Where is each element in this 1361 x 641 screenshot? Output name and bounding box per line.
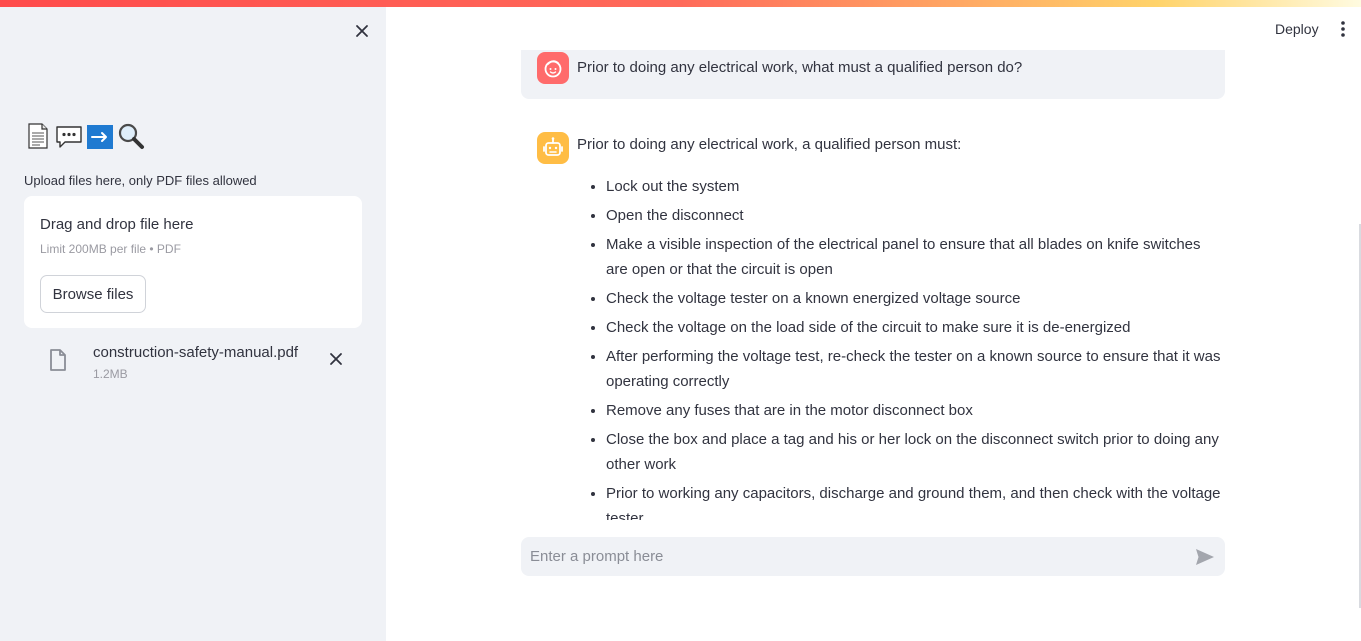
list-item: Make a visible inspection of the electri… [606, 232, 1225, 282]
list-item: After performing the voltage test, re-ch… [606, 344, 1225, 394]
deploy-button[interactable]: Deploy [1275, 21, 1319, 37]
dropzone-title: Drag and drop file here [40, 216, 194, 233]
title-emoji-row [24, 122, 145, 150]
list-item: Open the disconnect [606, 203, 1225, 228]
chat-messages: Prior to doing any electrical work, what… [521, 50, 1225, 520]
sidebar: Upload files here, only PDF files allowe… [0, 0, 386, 641]
chat-input-container [521, 537, 1225, 576]
list-item: Lock out the system [606, 174, 1225, 199]
browse-files-button[interactable]: Browse files [40, 275, 146, 313]
user-avatar-icon [537, 52, 569, 84]
page-facing-up-icon [24, 122, 52, 150]
file-size: 1.2MB [93, 367, 128, 381]
assistant-avatar-icon [537, 132, 569, 164]
file-dropzone[interactable]: Drag and drop file here Limit 200MB per … [24, 196, 362, 328]
list-item: Close the box and place a tag and his or… [606, 427, 1225, 477]
file-name: construction-safety-manual.pdf [93, 344, 299, 361]
uploaded-file-item: construction-safety-manual.pdf 1.2MB [24, 340, 362, 390]
top-decoration-stripe [0, 0, 1361, 7]
user-message: Prior to doing any electrical work, what… [521, 50, 1225, 99]
chat-prompt-input[interactable] [521, 537, 1181, 576]
assistant-message-list: Lock out the system Open the disconnect … [606, 174, 1225, 520]
right-arrow-icon [86, 122, 114, 150]
remove-file-icon[interactable] [328, 351, 344, 367]
list-item: Prior to working any capacitors, dischar… [606, 481, 1225, 520]
user-message-text: Prior to doing any electrical work, what… [577, 59, 1023, 76]
speech-balloon-icon [55, 122, 83, 150]
upload-label: Upload files here, only PDF files allowe… [24, 173, 257, 188]
list-item: Remove any fuses that are in the motor d… [606, 398, 1225, 423]
file-icon [50, 349, 66, 371]
dropzone-limit: Limit 200MB per file • PDF [40, 242, 181, 256]
list-item: Check the voltage on the load side of th… [606, 315, 1225, 340]
send-icon[interactable] [1194, 546, 1216, 568]
assistant-message-intro: Prior to doing any electrical work, a qu… [577, 136, 962, 153]
magnifying-glass-icon [117, 122, 145, 150]
list-item: Check the voltage tester on a known ener… [606, 286, 1225, 311]
close-sidebar-icon[interactable] [352, 21, 372, 41]
main-menu-icon[interactable] [1336, 20, 1350, 38]
